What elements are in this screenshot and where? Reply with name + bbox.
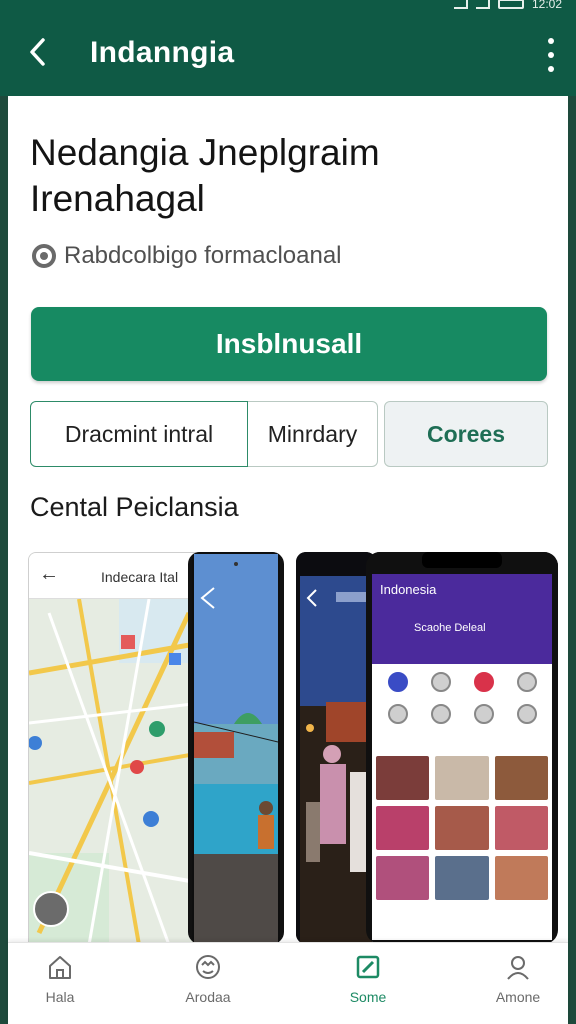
photo-thumb	[494, 856, 548, 900]
map-search-bar[interactable]: ← Indecara Ital	[29, 553, 199, 599]
tab-3[interactable]: Corees	[384, 401, 548, 467]
night-event-photo	[296, 552, 376, 944]
app-bar: Indanngia	[0, 12, 576, 96]
screenshot-pool[interactable]	[188, 552, 284, 944]
phone-photo-grid	[376, 756, 548, 900]
mini-app-icon	[473, 704, 494, 724]
mini-app-icon	[473, 672, 494, 692]
back-button[interactable]	[18, 32, 58, 72]
more-options-button[interactable]	[544, 38, 558, 72]
developer-row[interactable]: Rabdcolbigo formacloanal	[32, 242, 342, 270]
tab-1[interactable]: Dracmint intral	[30, 401, 248, 467]
signal-icon	[475, 0, 490, 9]
app-title: Nedangia Jneplgraim Irenahagal	[30, 132, 380, 219]
map-image	[29, 553, 199, 943]
screenshots-title: Cental Peiclansia	[30, 492, 239, 522]
status-time: 12:02	[531, 0, 562, 11]
nav-label-face: Arodaa	[185, 989, 231, 1005]
screenshots-gallery[interactable]: ← Indecara Ital Indonesia Scaohe Deleal	[28, 552, 558, 944]
edit-square-icon	[356, 955, 380, 979]
screenshot-map[interactable]: ← Indecara Ital	[28, 552, 200, 944]
mini-app-icon	[430, 704, 451, 724]
map-title: Indecara Ital	[101, 569, 179, 585]
photo-thumb	[494, 756, 548, 800]
nav-label-person: Amone	[495, 989, 541, 1005]
mini-app-icon	[516, 672, 537, 692]
bottom-navigation: Hala Arodaa Some Amone	[8, 942, 568, 1024]
developer-name: Rabdcolbigo formacloanal	[64, 242, 342, 269]
mini-app-icon	[387, 672, 408, 692]
mini-app-icon	[387, 704, 408, 724]
tab-group: Dracmint intral Minrdary Corees	[30, 401, 548, 467]
phone-notch	[366, 552, 558, 574]
phone-body	[372, 664, 552, 940]
photo-thumb	[435, 856, 489, 900]
home-icon	[49, 956, 71, 979]
phone-header: Indonesia Scaohe Deleal	[372, 574, 552, 664]
photo-thumb	[376, 806, 430, 850]
app-details-card: Nedangia Jneplgraim Irenahagal Rabdcolbi…	[8, 96, 568, 1024]
nav-item-some[interactable]: Some	[318, 953, 418, 1015]
photo-thumb	[435, 756, 489, 800]
photo-thumb	[435, 806, 489, 850]
nav-label-some: Some	[349, 989, 387, 1005]
person-icon	[507, 956, 529, 980]
mini-app-icon	[516, 704, 537, 724]
back-arrow-icon: ←	[39, 563, 59, 585]
screenshot-night-event[interactable]	[296, 552, 376, 944]
phone-header-title: Indonesia	[380, 582, 437, 597]
wifi-icon	[453, 0, 468, 9]
pool-photo	[192, 552, 280, 944]
photo-thumb	[494, 806, 548, 850]
radio-icon	[32, 244, 56, 268]
nav-label-home: Hala	[45, 989, 75, 1005]
more-vertical-icon	[548, 38, 554, 44]
phone-subheader: Scaohe Deleal	[414, 622, 486, 634]
nav-item-person[interactable]: Amone	[468, 953, 568, 1015]
mini-app-icon	[430, 672, 451, 692]
tab-2[interactable]: Minrdary	[248, 401, 378, 467]
back-arrow-icon	[30, 38, 45, 66]
phone-icon-grid	[376, 672, 548, 724]
app-bar-title: Indanngia	[90, 36, 235, 69]
screenshot-phone-ui[interactable]: Indonesia Scaohe Deleal	[366, 552, 558, 944]
status-bar: 12:02	[0, 0, 576, 12]
install-button[interactable]: Insblnusall	[31, 307, 547, 381]
photo-thumb	[376, 756, 430, 800]
photo-thumb	[376, 856, 430, 900]
nav-item-home[interactable]: Hala	[10, 953, 110, 1015]
nav-item-face[interactable]: Arodaa	[158, 953, 258, 1015]
battery-icon	[497, 0, 524, 9]
face-icon	[196, 955, 220, 979]
